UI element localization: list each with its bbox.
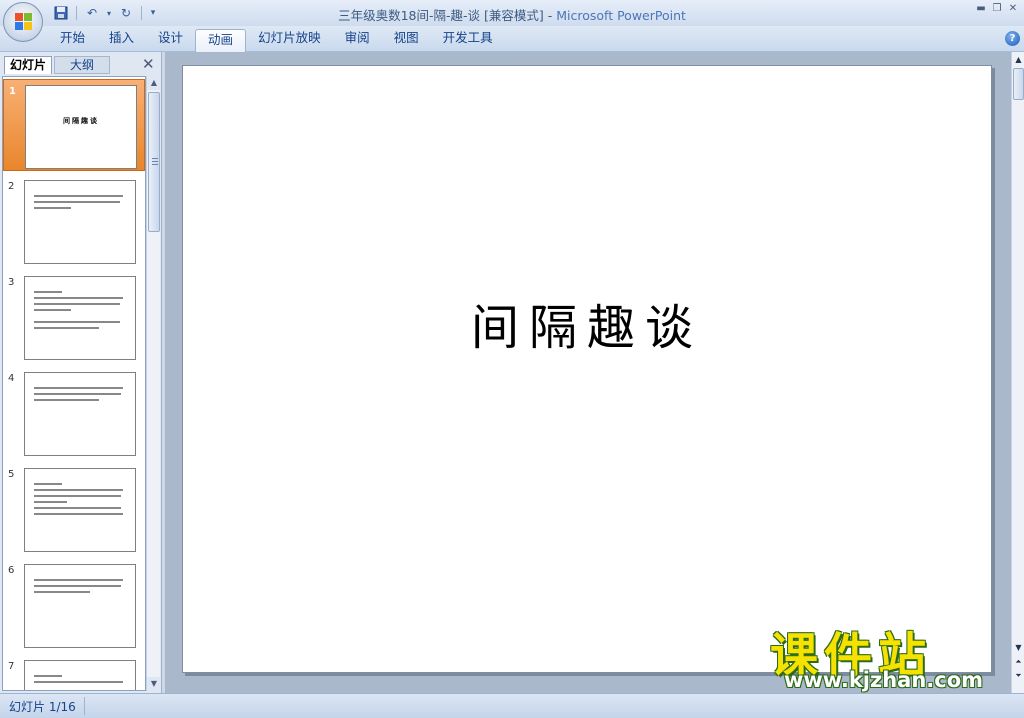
- watermark-url: www.kjzhan.com: [784, 668, 984, 692]
- close-icon[interactable]: ✕: [142, 56, 156, 72]
- ribbon-tab-bar: 开始 插入 设计 动画 幻灯片放映 审阅 视图 开发工具 ?: [0, 26, 1024, 52]
- thumbnail-scrollbar[interactable]: ▲ ▼: [146, 76, 161, 691]
- close-icon[interactable]: ✕: [1006, 2, 1020, 16]
- window-title: 三年级奥数18间-隔-趣-谈 [兼容模式] - Microsoft PowerP…: [0, 5, 1024, 24]
- tab-design[interactable]: 设计: [146, 26, 195, 52]
- thumbnail-preview: [24, 564, 136, 648]
- restore-icon[interactable]: ❐: [990, 2, 1004, 16]
- tab-view[interactable]: 视图: [382, 26, 431, 52]
- slide-canvas[interactable]: 间隔趣谈: [182, 65, 992, 673]
- slide-number: 3: [8, 277, 15, 288]
- slide-editor: 间隔趣谈: [165, 52, 1011, 693]
- thumbnail-preview: [24, 372, 136, 456]
- thumbnail-title: 间隔趣谈: [63, 117, 99, 125]
- tab-outline[interactable]: 大纲: [54, 56, 110, 74]
- slide-number: 5: [8, 469, 15, 480]
- tab-insert[interactable]: 插入: [97, 26, 146, 52]
- panel-tabs: 幻灯片 大纲 ✕: [2, 54, 160, 74]
- slides-panel: 幻灯片 大纲 ✕ 1 间隔趣谈 2 3 4 5 6 7 ▲ ▼: [0, 52, 162, 693]
- slide-number: 1: [9, 86, 16, 97]
- slide-number: 6: [8, 565, 15, 576]
- slide-title[interactable]: 间隔趣谈: [183, 288, 991, 358]
- scroll-up-icon[interactable]: ▲: [147, 76, 161, 90]
- thumbnail-preview: 间隔趣谈: [25, 85, 137, 169]
- thumbnail-text-lines: [34, 675, 127, 687]
- scrollbar-thumb[interactable]: [1013, 68, 1024, 100]
- next-slide-icon[interactable]: ⏷: [1012, 670, 1024, 682]
- thumbnail-text-lines: [34, 195, 127, 213]
- scroll-down-icon[interactable]: ▼: [1012, 642, 1024, 654]
- tab-slideshow[interactable]: 幻灯片放映: [246, 26, 333, 52]
- watermark: 课件站 www.kjzhan.com: [770, 616, 1010, 696]
- thumbnail-preview: [24, 276, 136, 360]
- help-icon[interactable]: ?: [1005, 31, 1020, 46]
- tab-animations[interactable]: 动画: [195, 29, 247, 52]
- thumbnail-text-lines: [34, 387, 127, 405]
- thumbnail-text-lines: [34, 291, 127, 333]
- slide-counter: 幻灯片 1/16: [9, 700, 76, 714]
- slide-thumbnail-6[interactable]: 6: [3, 559, 145, 651]
- thumbnail-text-lines: [34, 483, 127, 519]
- thumbnail-preview: [24, 660, 136, 690]
- slide-number: 2: [8, 181, 15, 192]
- scrollbar-thumb[interactable]: [148, 92, 160, 232]
- ribbon-tabs: 开始 插入 设计 动画 幻灯片放映 审阅 视图 开发工具: [48, 26, 505, 52]
- thumbnail-list: 1 间隔趣谈 2 3 4 5 6 7: [2, 76, 146, 691]
- separator: [84, 697, 85, 715]
- tab-review[interactable]: 审阅: [333, 26, 382, 52]
- slide-number: 4: [8, 373, 15, 384]
- document-title: 三年级奥数18间-隔-趣-谈 [兼容模式] -: [338, 8, 557, 23]
- slide-thumbnail-4[interactable]: 4: [3, 367, 145, 459]
- scroll-down-icon[interactable]: ▼: [147, 677, 161, 691]
- thumbnail-text-lines: [34, 579, 127, 597]
- status-bar: 幻灯片 1/16: [0, 693, 1024, 718]
- office-button[interactable]: [3, 2, 43, 42]
- tab-home[interactable]: 开始: [48, 26, 97, 52]
- tab-slides[interactable]: 幻灯片: [4, 56, 52, 74]
- slide-number: 7: [8, 661, 15, 672]
- slide-thumbnail-5[interactable]: 5: [3, 463, 145, 555]
- editor-scrollbar[interactable]: ▲ ▼ ⏶ ⏷: [1011, 52, 1024, 693]
- previous-slide-icon[interactable]: ⏶: [1012, 656, 1024, 668]
- slide-thumbnail-1[interactable]: 1 间隔趣谈: [3, 79, 145, 171]
- tab-developer[interactable]: 开发工具: [431, 26, 505, 52]
- slide-thumbnail-3[interactable]: 3: [3, 271, 145, 363]
- scroll-up-icon[interactable]: ▲: [1012, 54, 1024, 66]
- thumbnail-preview: [24, 180, 136, 264]
- slide-thumbnail-7[interactable]: 7: [3, 655, 145, 690]
- thumbnail-preview: [24, 468, 136, 552]
- app-name: Microsoft PowerPoint: [556, 8, 686, 23]
- minimize-icon[interactable]: ▬: [974, 2, 988, 16]
- slide-thumbnail-2[interactable]: 2: [3, 175, 145, 267]
- office-logo-icon: [15, 13, 33, 31]
- window-controls: ▬ ❐ ✕: [974, 2, 1020, 16]
- title-bar: ↶ ▾ ↻ ▾ 三年级奥数18间-隔-趣-谈 [兼容模式] - Microsof…: [0, 0, 1024, 26]
